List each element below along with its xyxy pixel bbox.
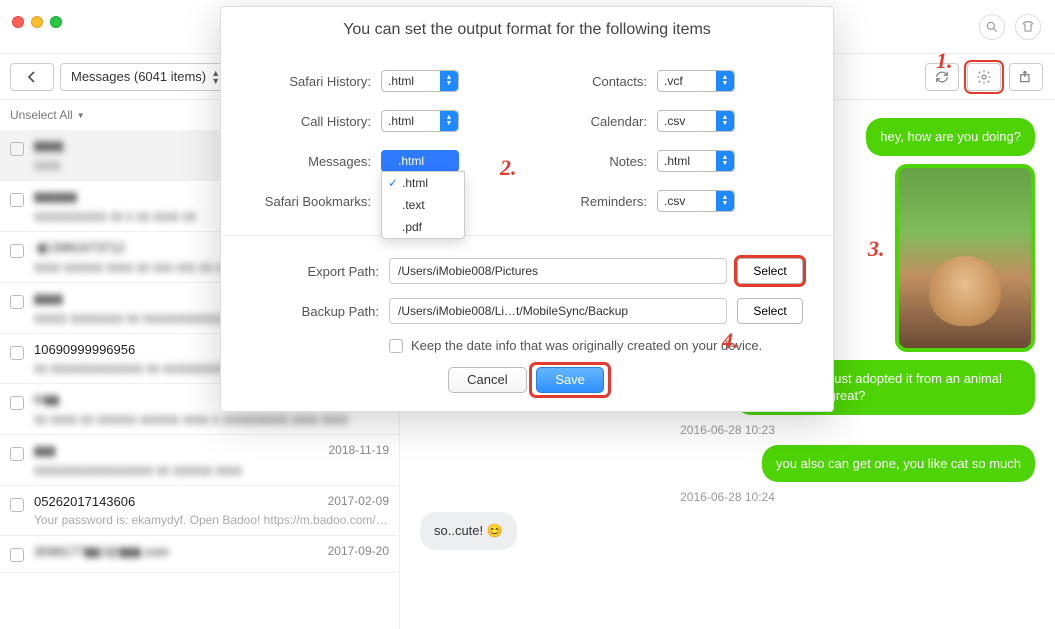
export-button[interactable]	[1009, 63, 1043, 91]
conversation-row[interactable]: ▮▮▮ 2018-11-19 ▮▮▮▮▮▮▮▮▮▮▮▮▮▮▮▮▮▮ ▮▮ ▮▮▮▮▮…	[0, 435, 399, 486]
search-icon[interactable]	[979, 14, 1005, 40]
message-in: so..cute! 😊	[420, 512, 517, 550]
message-out: you also can get one, you like cat so mu…	[762, 445, 1035, 483]
conversation-row[interactable]: 3098177▮▮2@▮▮▮.com 2017-09-20	[0, 536, 399, 573]
dropdown-option[interactable]: .pdf	[382, 216, 464, 238]
settings-button[interactable]	[967, 63, 1001, 91]
conversation-checkbox[interactable]	[10, 548, 24, 562]
select-arrow-icon: ▲▼	[440, 71, 458, 91]
conversation-preview: ▮▮ ▮▮▮▮ ▮▮ ▮▮▮▮▮▮ ▮▮▮▮▮▮ ▮▮▮▮ ▮ ▮▮▮▮▮▮▮▮…	[34, 412, 389, 426]
modal-title: You can set the output format for the fo…	[221, 7, 833, 61]
conversation-checkbox[interactable]	[10, 295, 24, 309]
output-format-modal: You can set the output format for the fo…	[220, 6, 834, 412]
label-reminders: Reminders:	[527, 194, 657, 209]
conversation-preview: Your password is: ekamydyf. Open Badoo! …	[34, 513, 389, 527]
category-combo[interactable]: Messages (6041 items) ▲▼	[60, 63, 227, 91]
select-calendar[interactable]: .csv▲▼	[657, 110, 735, 132]
conversation-name: ▮▮▮▮;	[34, 138, 66, 154]
message-out: hey, how are you doing?	[866, 118, 1035, 156]
label-notes: Notes:	[527, 154, 657, 169]
export-path-input[interactable]	[389, 258, 727, 284]
select-call-history[interactable]: .html▲▼	[381, 110, 459, 132]
conversation-name: M▮▮	[34, 392, 59, 408]
close-window-icon[interactable]	[12, 16, 24, 28]
refresh-button[interactable]	[925, 63, 959, 91]
category-combo-label: Messages (6041 items)	[71, 69, 206, 84]
select-safari-history[interactable]: .html▲▼	[381, 70, 459, 92]
conversation-checkbox[interactable]	[10, 346, 24, 360]
conversation-checkbox[interactable]	[10, 396, 24, 410]
select-reminders[interactable]: .csv▲▼	[657, 190, 735, 212]
conversation-checkbox[interactable]	[10, 498, 24, 512]
select-arrow-icon: ▲▼	[716, 71, 734, 91]
window-controls	[12, 16, 62, 28]
minimize-window-icon[interactable]	[31, 16, 43, 28]
conversation-date: 2017-02-09	[328, 494, 389, 509]
shirt-icon[interactable]	[1015, 14, 1041, 40]
conversation-checkbox[interactable]	[10, 142, 24, 156]
keep-date-label: Keep the date info that was originally c…	[411, 338, 762, 353]
select-notes[interactable]: .html▲▼	[657, 150, 735, 172]
conversation-name: ▮▮▮▮	[34, 291, 63, 307]
label-contacts: Contacts:	[527, 74, 657, 89]
label-backup-path: Backup Path:	[251, 304, 389, 319]
label-export-path: Export Path:	[251, 264, 389, 279]
label-call-history: Call History:	[251, 114, 381, 129]
select-arrow-icon: ▲▼	[716, 151, 734, 171]
conversation-checkbox[interactable]	[10, 244, 24, 258]
dropdown-option[interactable]: .html	[382, 172, 464, 194]
save-button[interactable]: Save	[536, 367, 604, 393]
label-calendar: Calendar:	[527, 114, 657, 129]
conversation-name: 10690999996956	[34, 342, 135, 357]
zoom-window-icon[interactable]	[50, 16, 62, 28]
select-contacts[interactable]: .vcf▲▼	[657, 70, 735, 92]
keep-date-checkbox[interactable]	[389, 339, 403, 353]
chevron-down-icon: ▼	[77, 111, 85, 120]
conversation-preview: ▮▮▮▮▮▮▮▮▮▮▮▮▮▮▮▮▮▮ ▮▮ ▮▮▮▮▮▮ ▮▮▮▮	[34, 463, 389, 477]
select-arrow-icon: ▲▼	[716, 191, 734, 211]
conversation-name: ▮▮▮▮▮▮	[34, 189, 77, 205]
conversation-name: ▮▮▮	[34, 443, 55, 459]
backup-path-input[interactable]	[389, 298, 727, 324]
conversation-date: 2018-11-19	[329, 443, 390, 459]
message-image[interactable]	[895, 164, 1035, 352]
label-messages: Messages:	[251, 154, 381, 169]
conversation-name: -▮13981673712	[34, 240, 125, 256]
conversation-name: 3098177▮▮2@▮▮▮.com	[34, 544, 169, 560]
select-export-path-button[interactable]: Select	[737, 258, 803, 284]
select-messages-dropdown: .html.text.pdf	[381, 171, 465, 239]
divider	[221, 235, 833, 236]
dropdown-option[interactable]: .text	[382, 194, 464, 216]
timestamp: 2016-06-28 10:24	[420, 490, 1035, 504]
combo-arrows-icon: ▲▼	[211, 69, 220, 85]
conversation-checkbox[interactable]	[10, 193, 24, 207]
select-arrow-icon: ▲▼	[440, 111, 458, 131]
cancel-button[interactable]: Cancel	[448, 367, 526, 393]
timestamp: 2016-06-28 10:23	[420, 423, 1035, 437]
back-button[interactable]	[10, 63, 54, 91]
label-safari-history: Safari History:	[251, 74, 381, 89]
conversation-name: 05262017143606	[34, 494, 135, 509]
select-arrow-icon: ▲▼	[716, 111, 734, 131]
select-messages[interactable]: .html	[381, 150, 459, 172]
label-safari-bookmarks: Safari Bookmarks:	[251, 194, 381, 209]
select-backup-path-button[interactable]: Select	[737, 298, 803, 324]
conversation-row[interactable]: 05262017143606 2017-02-09 Your password is…	[0, 486, 399, 536]
conversation-date: 2017-09-20	[328, 544, 389, 560]
unselect-all-label: Unselect All	[10, 108, 73, 122]
conversation-checkbox[interactable]	[10, 447, 24, 461]
